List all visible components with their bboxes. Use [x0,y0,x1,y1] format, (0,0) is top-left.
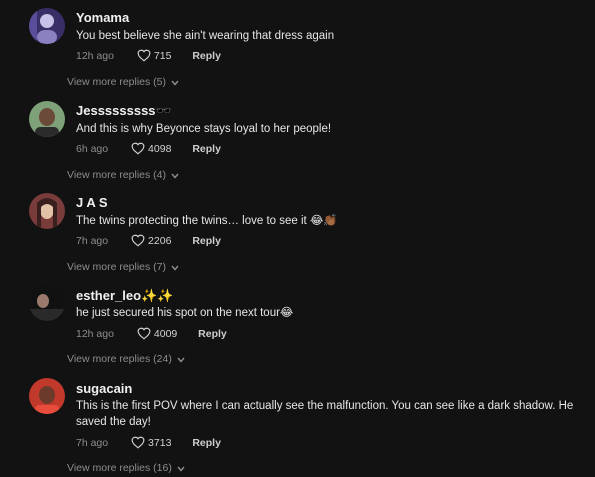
comment-meta: 7h ago 2206 Reply [76,234,221,247]
chevron-down-icon [177,466,185,472]
view-more-replies[interactable]: View more replies (16) [67,462,185,474]
avatar[interactable] [29,285,65,321]
avatar[interactable] [29,8,65,44]
avatar[interactable] [29,378,65,414]
view-more-replies-label: View more replies (16) [67,462,172,474]
comment-username[interactable]: Yomama [76,10,129,25]
like-count: 3713 [148,437,172,449]
comment-username[interactable]: J A S [76,195,108,210]
like-button[interactable]: 4009 [137,327,177,340]
chevron-down-icon [171,173,179,179]
heart-outline-icon [131,436,145,449]
comment-username[interactable]: Jesssssssss🕶️ [76,103,172,119]
comment-time: 6h ago [76,143,109,155]
reply-button[interactable]: Reply [198,328,227,340]
like-button[interactable]: 2206 [131,234,171,247]
comment-text: You best believe she ain't wearing that … [76,30,335,42]
comment-text: The twins protecting the twins… love to … [76,215,338,227]
chevron-down-icon [171,265,179,271]
like-button[interactable]: 715 [137,49,172,62]
avatar[interactable] [29,193,65,229]
comment-text: And this is why Beyonce stays loyal to h… [76,123,332,135]
comment-meta: 12h ago 4009 Reply [76,327,227,340]
heart-outline-icon [137,49,151,62]
reply-button[interactable]: Reply [192,143,221,155]
view-more-replies-label: View more replies (24) [67,353,172,365]
like-count: 4009 [153,328,178,340]
like-button[interactable]: 3713 [131,436,171,449]
avatar[interactable] [29,101,65,137]
comment-meta: 6h ago 4098 Reply [76,142,221,155]
comment-meta: 7h ago 3713 Reply [76,436,221,449]
comment-time: 7h ago [76,437,109,449]
comment-time: 7h ago [76,235,109,247]
view-more-replies[interactable]: View more replies (5) [67,76,179,88]
chevron-down-icon [177,357,185,363]
reply-button[interactable]: Reply [192,235,221,247]
comment-time: 12h ago [76,50,114,62]
comment-meta: 12h ago 715 Reply [76,49,221,62]
comment-time: 12h ago [76,328,114,340]
comment-text: he just secured his spot on the next tou… [76,307,294,319]
comment-text: This is the first POV where I can actual… [76,400,574,428]
view-more-replies-label: View more replies (5) [67,76,167,88]
reply-button[interactable]: Reply [192,50,221,62]
reply-button[interactable]: Reply [192,437,221,449]
like-count: 2206 [148,235,172,247]
view-more-replies-label: View more replies (4) [67,169,167,181]
heart-outline-icon [137,327,151,340]
comment-username[interactable]: esther_leo✨✨ [76,288,173,304]
like-button[interactable]: 4098 [131,142,171,155]
view-more-replies[interactable]: View more replies (24) [67,353,185,365]
heart-outline-icon [131,142,145,155]
view-more-replies[interactable]: View more replies (4) [67,169,179,181]
view-more-replies[interactable]: View more replies (7) [67,261,179,273]
like-count: 715 [153,50,172,62]
view-more-replies-label: View more replies (7) [67,261,167,273]
chevron-down-icon [171,80,179,86]
heart-outline-icon [131,234,145,247]
like-count: 4098 [148,143,172,155]
comment-username[interactable]: sugacain [76,381,132,396]
